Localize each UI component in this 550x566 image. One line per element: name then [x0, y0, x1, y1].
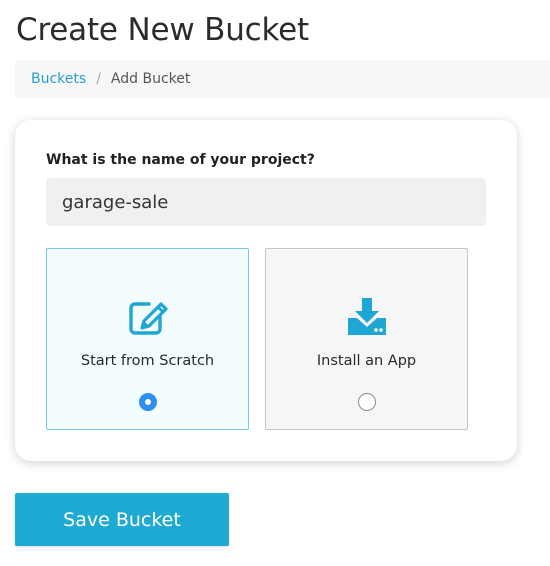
save-bucket-button[interactable]: Save Bucket: [15, 493, 229, 546]
project-name-input[interactable]: [46, 178, 486, 226]
radio-install-app[interactable]: [357, 393, 376, 411]
breadcrumb-separator: /: [96, 71, 101, 87]
radio-start-from-scratch[interactable]: [138, 393, 157, 411]
option-start-from-scratch[interactable]: Start from Scratch: [46, 248, 249, 430]
option-label-app: Install an App: [316, 353, 417, 369]
option-install-app[interactable]: Install an App: [265, 248, 468, 430]
edit-icon: [128, 302, 168, 335]
option-label-scratch: Start from Scratch: [80, 353, 215, 369]
project-name-label: What is the name of your project?: [46, 152, 315, 168]
breadcrumb: Buckets / Add Bucket: [15, 60, 550, 98]
breadcrumb-current: Add Bucket: [110, 71, 191, 87]
breadcrumb-link-buckets[interactable]: Buckets: [31, 71, 86, 87]
page-title: Create New Bucket: [16, 12, 309, 48]
create-bucket-card: What is the name of your project? Start …: [15, 120, 517, 461]
download-icon: [347, 298, 386, 335]
